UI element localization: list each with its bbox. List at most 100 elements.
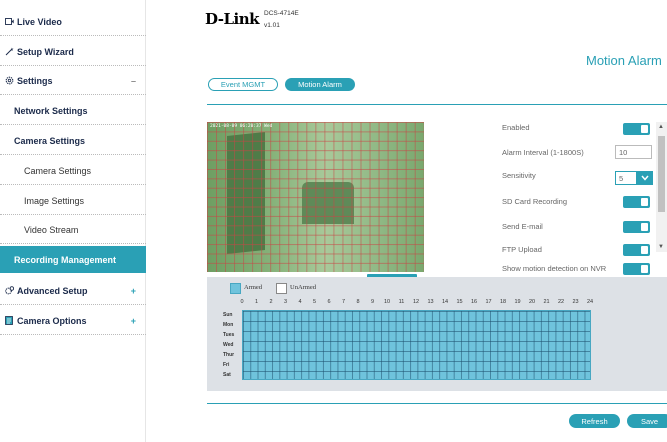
ftp-upload-toggle[interactable] (623, 244, 650, 256)
sidebar-item-live-video[interactable]: Live Video (0, 8, 146, 36)
unarmed-legend-label: UnArmed (290, 284, 316, 291)
firmware-version: v1.01 (264, 22, 280, 29)
collapse-icon[interactable]: – (131, 76, 136, 86)
sidebar: Live Video Setup Wizard Settings – Netwo… (0, 0, 146, 442)
divider (207, 403, 667, 404)
chevron-down-icon[interactable] (637, 171, 653, 185)
refresh-button[interactable]: Refresh (569, 414, 620, 428)
enabled-label: Enabled (502, 123, 530, 132)
interval-label: Alarm Interval (1-1800S) (502, 148, 584, 157)
hour-label: 14 (441, 299, 449, 305)
app-root: Live Video Setup Wizard Settings – Netwo… (0, 0, 667, 442)
day-label: Fri (223, 362, 230, 368)
sensitivity-label: Sensitivity (502, 171, 536, 180)
sidebar-item-label: Camera Options (17, 315, 87, 326)
options-icon (4, 316, 14, 326)
nvr-label: Show motion detection on NVR (502, 264, 607, 273)
sidebar-item-label: Image Settings (24, 195, 85, 206)
sensitivity-select[interactable]: 5 (615, 171, 637, 185)
hour-label: 16 (470, 299, 478, 305)
hour-label: 2 (269, 299, 273, 305)
armed-legend-label: Armed (244, 284, 263, 291)
hour-label: 9 (370, 299, 375, 305)
nvr-toggle[interactable] (623, 263, 650, 275)
day-label: Thur (223, 352, 235, 358)
sidebar-item-label: Advanced Setup (17, 285, 88, 296)
sidebar-item-image-settings[interactable]: Image Settings (0, 187, 146, 215)
hour-label: 7 (341, 299, 346, 305)
hour-label: 10 (383, 299, 391, 305)
interval-input[interactable]: 10 (615, 145, 652, 159)
sd-recording-label: SD Card Recording (502, 197, 568, 206)
hour-label: 15 (456, 299, 463, 305)
camera-preview[interactable]: 2021-08-09 06:20:37 Wed (207, 122, 424, 272)
scroll-down-icon[interactable]: ▼ (658, 244, 664, 250)
tab-motion-alarm[interactable]: Motion Alarm (285, 78, 355, 91)
hour-label: 13 (427, 299, 434, 305)
hour-label: 3 (283, 299, 288, 305)
sidebar-item-camera-settings[interactable]: Camera Settings (0, 157, 146, 185)
hour-label: 18 (499, 299, 507, 305)
video-icon (4, 17, 14, 27)
unarmed-legend-swatch[interactable] (276, 283, 287, 294)
model-name: DCS-4714E (264, 10, 299, 17)
advanced-icon (4, 286, 14, 296)
hour-label: 4 (298, 299, 302, 305)
day-label: Tues (223, 332, 235, 338)
day-label: Mon (223, 322, 234, 328)
enabled-toggle[interactable] (623, 123, 650, 135)
hour-label: 6 (327, 299, 331, 305)
hour-label: 12 (412, 299, 420, 305)
sidebar-item-label: Live Video (17, 16, 62, 27)
hour-label: 8 (356, 299, 360, 305)
hour-label: 21 (543, 299, 550, 305)
sidebar-item-settings[interactable]: Settings – (0, 67, 146, 95)
hour-label: 0 (240, 299, 244, 305)
sidebar-item-label: Camera Settings (14, 135, 86, 146)
sidebar-item-label: Camera Settings (24, 165, 92, 176)
hour-label: 1 (254, 299, 259, 305)
preview-timestamp: 2021-08-09 06:20:37 Wed (210, 124, 273, 129)
sidebar-item-label: Setup Wizard (17, 46, 74, 57)
settings-scrollbar[interactable]: ▲ ▼ (656, 122, 667, 252)
tab-event-mgmt[interactable]: Event MGMT (208, 78, 278, 91)
sidebar-item-setup-wizard[interactable]: Setup Wizard (0, 38, 146, 66)
sidebar-item-recording-management[interactable]: Recording Management (0, 246, 146, 273)
hour-label: 19 (514, 299, 521, 305)
hour-label: 23 (572, 299, 579, 305)
page-title: Motion Alarm (586, 53, 662, 68)
sidebar-item-label: Settings (17, 75, 53, 86)
sidebar-item-network-settings[interactable]: Network Settings (0, 97, 146, 125)
expand-icon[interactable]: + (131, 316, 136, 326)
schedule-grid[interactable] (242, 310, 591, 380)
motion-detection-grid[interactable] (207, 122, 424, 272)
wand-icon (4, 47, 14, 57)
day-label: Sat (223, 372, 231, 378)
day-label: Sun (223, 312, 233, 318)
sidebar-item-camera-options[interactable]: Camera Options + (0, 307, 146, 335)
armed-legend-swatch[interactable] (230, 283, 241, 294)
sidebar-item-label: Network Settings (14, 105, 88, 116)
sd-recording-toggle[interactable] (623, 196, 650, 208)
divider (207, 104, 667, 105)
expand-icon[interactable]: + (131, 286, 136, 296)
day-label: Wed (223, 342, 234, 348)
sidebar-item-advanced-setup[interactable]: Advanced Setup + (0, 277, 146, 305)
save-button[interactable]: Save (627, 414, 667, 428)
ftp-upload-label: FTP Upload (502, 245, 542, 254)
schedule-panel: Armed UnArmed 0 1 2 3 4 5 6 7 8 9 10 11 … (207, 277, 667, 391)
brand-logo: D-Link (205, 10, 260, 28)
hour-label: 17 (485, 299, 492, 305)
scroll-thumb[interactable] (658, 136, 665, 212)
gear-icon (4, 76, 14, 86)
sidebar-item-label: Recording Management (14, 254, 117, 265)
send-email-toggle[interactable] (623, 221, 650, 233)
sidebar-item-camera-settings-group[interactable]: Camera Settings (0, 127, 146, 155)
hour-label: 11 (398, 299, 405, 305)
hour-label: 22 (557, 299, 565, 305)
scroll-up-icon[interactable]: ▲ (658, 124, 664, 130)
sidebar-item-video-stream[interactable]: Video Stream (0, 216, 146, 244)
sidebar-item-label: Video Stream (24, 224, 79, 235)
hour-label: 20 (528, 299, 536, 305)
hour-label: 24 (586, 299, 594, 305)
